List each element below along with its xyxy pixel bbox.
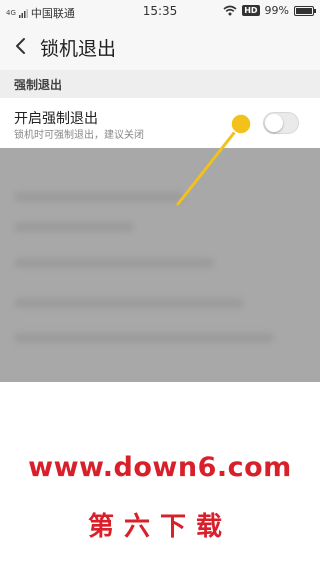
setting-title: 开启强制退出 [14,111,98,127]
blurred-line [14,258,214,268]
force-exit-toggle[interactable] [263,112,299,134]
chevron-left-icon [16,38,25,54]
blurred-line [14,298,244,308]
hd-badge: HD [242,5,260,16]
blurred-content [0,148,320,382]
blurred-line [14,192,184,202]
page-title: 锁机退出 [40,38,117,60]
status-bar: 4G 中国联通 15:35 HD 99% [0,0,320,22]
section-label: 强制退出 [14,78,63,92]
blurred-line [14,222,134,232]
section-header: 强制退出 [0,70,320,98]
blurred-line [14,333,274,343]
title-bar: 锁机退出 [0,22,320,70]
watermark-name: 第六下载 [87,512,232,542]
setting-description: 锁机时可强制退出，建议关闭 [14,130,144,141]
wifi-icon [223,5,237,16]
battery-icon [294,5,316,16]
toggle-knob [265,114,283,132]
battery-percent: 99% [264,4,289,17]
back-button[interactable] [8,32,32,60]
battery-fill [296,7,312,14]
watermark-url: www.down6.com [28,452,292,483]
status-right: HD 99% [223,4,316,17]
